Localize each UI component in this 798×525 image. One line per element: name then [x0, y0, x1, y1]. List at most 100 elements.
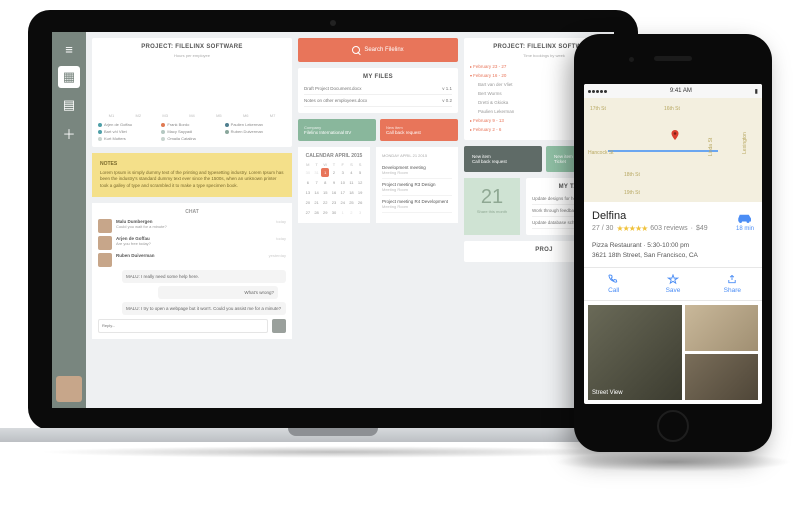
chat-thread: MALU: I really need some help here.What'… — [98, 270, 286, 315]
calendar-day[interactable]: 8 — [321, 178, 329, 187]
calendar-day[interactable]: 5 — [356, 168, 364, 177]
call-button[interactable]: Call — [584, 268, 643, 300]
street-label: 17th St — [590, 106, 606, 112]
calendar-day[interactable]: 28 — [313, 208, 321, 217]
meta-line2: 3621 18th Street, San Francisco, CA — [592, 251, 754, 261]
plus-icon[interactable]: ＋ — [58, 122, 80, 144]
street-label: 16th St — [664, 106, 680, 112]
panel-title: PROJECT: FILELINX SOFTWARE — [98, 44, 286, 50]
legend-item: Bart v/d Vliet — [98, 129, 159, 134]
calendar-day[interactable]: 20 — [304, 198, 312, 207]
legend-item: Kurt Mutters — [98, 136, 159, 141]
reply-input[interactable] — [98, 319, 268, 333]
calendar-day[interactable]: 21 — [313, 198, 321, 207]
col-mid: Search Filelinx MY FILES Draft Project D… — [298, 38, 458, 402]
calendar-day[interactable]: 18 — [348, 188, 356, 197]
calendar-day[interactable]: 13 — [304, 188, 312, 197]
calendar-grid[interactable]: MTWTFSS303112345678910111213141516171819… — [304, 162, 364, 217]
phone-screen: 9:41 AM ▮ 17th St16th StHancock St18th S… — [584, 84, 762, 404]
big-number-tile: 21 Share this month — [464, 178, 520, 235]
calendar-day[interactable]: 22 — [321, 198, 329, 207]
calendar-day[interactable]: 2 — [330, 168, 338, 177]
calendar-day[interactable]: 27 — [304, 208, 312, 217]
calendar-day[interactable]: 30 — [330, 208, 338, 217]
legend-item: Macy Sayyadi — [161, 129, 222, 134]
events-list: Development meetingMeeting RoomProject m… — [382, 162, 452, 213]
event-item[interactable]: Project meeting R4 DevelopmentMeeting Ro… — [382, 196, 452, 213]
share-button[interactable]: Share — [703, 268, 762, 300]
street-label: Linda St — [708, 138, 714, 156]
send-button[interactable] — [272, 319, 286, 333]
action-tile[interactable]: New itemCall back request — [464, 146, 542, 172]
legend-item: Ruben Duiverman — [225, 129, 286, 134]
chat-contact[interactable]: Malu DumbergenCould you wait for a minut… — [98, 219, 286, 233]
search-button[interactable]: Search Filelinx — [298, 38, 458, 62]
status-time: 9:41 AM — [670, 88, 692, 94]
phone-icon — [608, 274, 620, 285]
calendar-day[interactable]: 11 — [348, 178, 356, 187]
calendar-day[interactable]: 10 — [339, 178, 347, 187]
events-date: MONDAY APRIL 21 2015 — [382, 153, 452, 158]
bar-chart: M1M2M3M4M5M6M7 — [100, 62, 284, 118]
map-view[interactable]: 17th St16th StHancock St18th St19th StLi… — [584, 98, 762, 202]
search-label: Search Filelinx — [364, 47, 403, 53]
chat-contact[interactable]: Ruben Duivermanyesterday — [98, 253, 286, 267]
street-label: Hancock St — [588, 150, 614, 156]
calendar-day[interactable]: 16 — [330, 188, 338, 197]
event-item[interactable]: Project meeting R3 DesignMeeting Room — [382, 179, 452, 196]
calendar-day[interactable]: 26 — [356, 198, 364, 207]
save-button[interactable]: Save — [643, 268, 702, 300]
stars-icon: ★★★★★ — [616, 224, 647, 233]
chart-bar: M7 — [261, 111, 284, 118]
tag-tile[interactable]: New itemCall back request — [380, 119, 458, 141]
phone-camera — [629, 57, 634, 62]
streetview-label: Street View — [592, 390, 623, 396]
street-label: 19th St — [624, 190, 640, 196]
chart-legend: Arjen de GoffauFrank BordoPaulien Lekerm… — [98, 122, 286, 141]
calendar-day[interactable]: 4 — [348, 168, 356, 177]
panel-subtitle: Hours per employee — [98, 53, 286, 58]
calendar-day[interactable]: 14 — [313, 188, 321, 197]
price: $49 — [696, 225, 708, 232]
document-icon[interactable]: ▤ — [58, 94, 80, 116]
photo-thumb[interactable] — [685, 305, 758, 351]
search-icon — [352, 46, 360, 54]
place-header: Delfina 27 / 30 ★★★★★ 603 reviews · $49 … — [584, 202, 762, 241]
calendar-day[interactable]: 3 — [339, 168, 347, 177]
file-row[interactable]: Draft Project Document.docxv 1.1 — [304, 83, 452, 95]
chat-contact[interactable]: Arjen de GoffauAre you free today?today — [98, 236, 286, 250]
chart-bar: M1 — [100, 111, 123, 118]
calendar-day[interactable]: 6 — [304, 178, 312, 187]
street-label: Lexington — [742, 132, 748, 154]
star-icon — [667, 274, 679, 285]
tag-tile[interactable]: CompanyFilelinx International BV — [298, 119, 376, 141]
grid-icon[interactable]: ▦ — [58, 66, 80, 88]
calendar-day[interactable]: 19 — [356, 188, 364, 197]
chat-panel: CHAT Malu DumbergenCould you wait for a … — [92, 203, 292, 339]
chat-reply — [98, 319, 286, 333]
legend-item: Omaila Catalina — [161, 136, 222, 141]
streetview-photo[interactable]: Street View — [588, 305, 682, 401]
eta: 18 min — [736, 226, 754, 232]
menu-icon[interactable]: ≡ — [58, 38, 80, 60]
calendar-day[interactable]: 25 — [348, 198, 356, 207]
app-screen: ≡ ▦ ▤ ＋ PROJECT: FILELINX SOFTWARE Hours… — [52, 32, 614, 408]
calendar-day[interactable]: 23 — [330, 198, 338, 207]
file-row[interactable]: Notes on other employees.docxv 0.2 — [304, 95, 452, 107]
calendar-day[interactable]: 1 — [321, 168, 329, 177]
calendar-day[interactable]: 15 — [321, 188, 329, 197]
directions-button[interactable]: 18 min — [736, 210, 754, 233]
avatar[interactable] — [56, 376, 82, 402]
calendar-day[interactable]: 17 — [339, 188, 347, 197]
calendar-day[interactable]: 29 — [321, 208, 329, 217]
photo-thumb[interactable] — [685, 354, 758, 400]
status-bar: 9:41 AM ▮ — [584, 84, 762, 98]
calendar-day[interactable]: 7 — [313, 178, 321, 187]
calendar-day[interactable]: 9 — [330, 178, 338, 187]
calendar-day[interactable]: 24 — [339, 198, 347, 207]
calendar-day[interactable]: 12 — [356, 178, 364, 187]
notes-title: NOTES — [100, 161, 284, 167]
chat-bubble: What's wrong? — [158, 286, 278, 299]
event-item[interactable]: Development meetingMeeting Room — [382, 162, 452, 179]
home-button[interactable] — [657, 410, 689, 442]
